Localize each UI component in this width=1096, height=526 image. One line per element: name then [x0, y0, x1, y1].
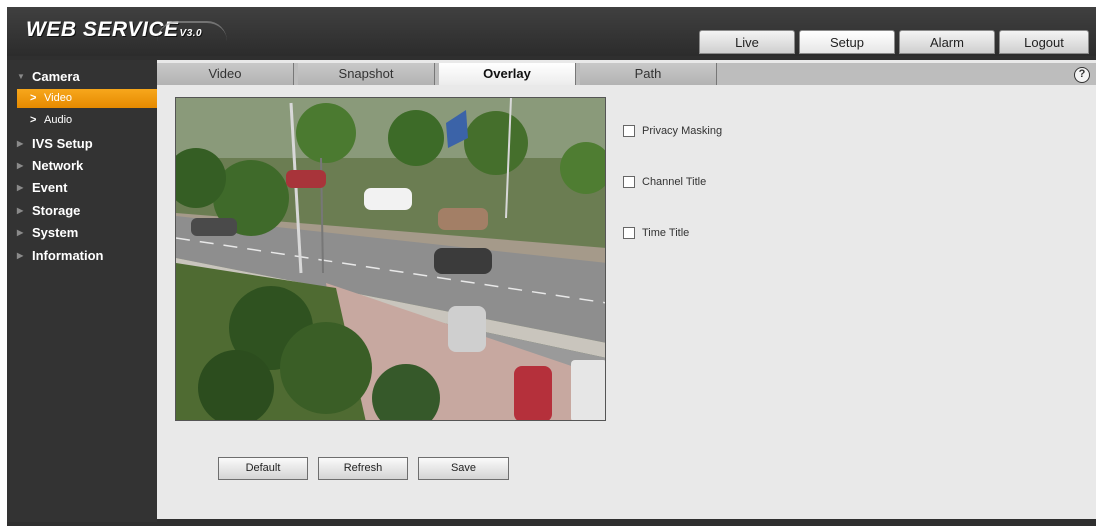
- collapsed-triangle-icon: ▶: [17, 206, 24, 215]
- sidebar-item-camera[interactable]: ▼ Camera: [7, 66, 157, 87]
- option-privacy-masking[interactable]: Privacy Masking: [623, 123, 722, 139]
- app-frame: WEB SERVICEV3.0 Live Setup Alarm Logout …: [7, 7, 1096, 526]
- camera-scene-image: [176, 98, 605, 420]
- help-icon[interactable]: ?: [1074, 67, 1090, 83]
- sidebar-item-video[interactable]: > Video: [17, 89, 157, 108]
- sidebar-item-label: Information: [32, 248, 104, 263]
- video-preview[interactable]: [175, 97, 606, 421]
- tab-video[interactable]: Video: [157, 63, 294, 85]
- collapsed-triangle-icon: ▶: [17, 161, 24, 170]
- option-time-title[interactable]: Time Title: [623, 225, 689, 241]
- sidebar-item-event[interactable]: ▶ Event: [7, 177, 157, 198]
- sidebar-item-label: Network: [32, 158, 84, 173]
- save-button[interactable]: Save: [418, 457, 509, 480]
- expanded-triangle-icon: ▼: [17, 72, 25, 81]
- logo-swoosh-decoration: [157, 21, 227, 41]
- default-button[interactable]: Default: [218, 457, 308, 480]
- sidebar: ▼ Camera > Video > Audio ▶ IVS Setup ▶ N…: [7, 60, 157, 522]
- sidebar-item-label: IVS Setup: [32, 136, 93, 151]
- sidebar-item-network[interactable]: ▶ Network: [7, 155, 157, 176]
- sidebar-item-label: System: [32, 225, 79, 240]
- sidebar-item-storage[interactable]: ▶ Storage: [7, 200, 157, 221]
- tab-overlay[interactable]: Overlay: [439, 63, 576, 85]
- chevron-right-icon: >: [30, 114, 37, 126]
- header-bar: WEB SERVICEV3.0 Live Setup Alarm Logout: [7, 7, 1096, 56]
- main-content: Video Snapshot Overlay Path ? Privacy Ma…: [157, 60, 1096, 519]
- sidebar-item-audio[interactable]: > Audio: [17, 111, 157, 130]
- time-title-label: Time Title: [642, 227, 690, 239]
- tab-logout[interactable]: Logout: [999, 30, 1089, 54]
- sub-tabs-bar: Video Snapshot Overlay Path ?: [157, 63, 1096, 85]
- sidebar-item-label: Storage: [32, 203, 81, 218]
- tab-snapshot[interactable]: Snapshot: [298, 63, 435, 85]
- collapsed-triangle-icon: ▶: [17, 139, 24, 148]
- chevron-right-icon: >: [30, 92, 37, 104]
- sidebar-item-information[interactable]: ▶ Information: [7, 245, 157, 266]
- channel-title-label: Channel Title: [642, 176, 707, 188]
- channel-title-checkbox[interactable]: [623, 176, 635, 188]
- tab-setup[interactable]: Setup: [799, 30, 895, 54]
- option-channel-title[interactable]: Channel Title: [623, 174, 706, 190]
- tab-alarm[interactable]: Alarm: [899, 30, 995, 54]
- collapsed-triangle-icon: ▶: [17, 228, 24, 237]
- tab-path[interactable]: Path: [580, 63, 717, 85]
- sidebar-item-label: Camera: [32, 69, 80, 84]
- collapsed-triangle-icon: ▶: [17, 183, 24, 192]
- sidebar-item-label: Video: [44, 92, 72, 104]
- sidebar-item-label: Event: [32, 180, 68, 195]
- sidebar-item-label: Audio: [44, 114, 73, 126]
- logo-text: WEB SERVICE: [26, 18, 179, 41]
- time-title-checkbox[interactable]: [623, 227, 635, 239]
- privacy-masking-label: Privacy Masking: [642, 125, 723, 137]
- privacy-masking-checkbox[interactable]: [623, 125, 635, 137]
- tab-live[interactable]: Live: [699, 30, 795, 54]
- collapsed-triangle-icon: ▶: [17, 251, 24, 260]
- sidebar-item-ivs-setup[interactable]: ▶ IVS Setup: [7, 133, 157, 154]
- refresh-button[interactable]: Refresh: [318, 457, 408, 480]
- top-nav-tabs: Live Setup Alarm Logout: [699, 30, 1089, 54]
- sidebar-item-system[interactable]: ▶ System: [7, 222, 157, 243]
